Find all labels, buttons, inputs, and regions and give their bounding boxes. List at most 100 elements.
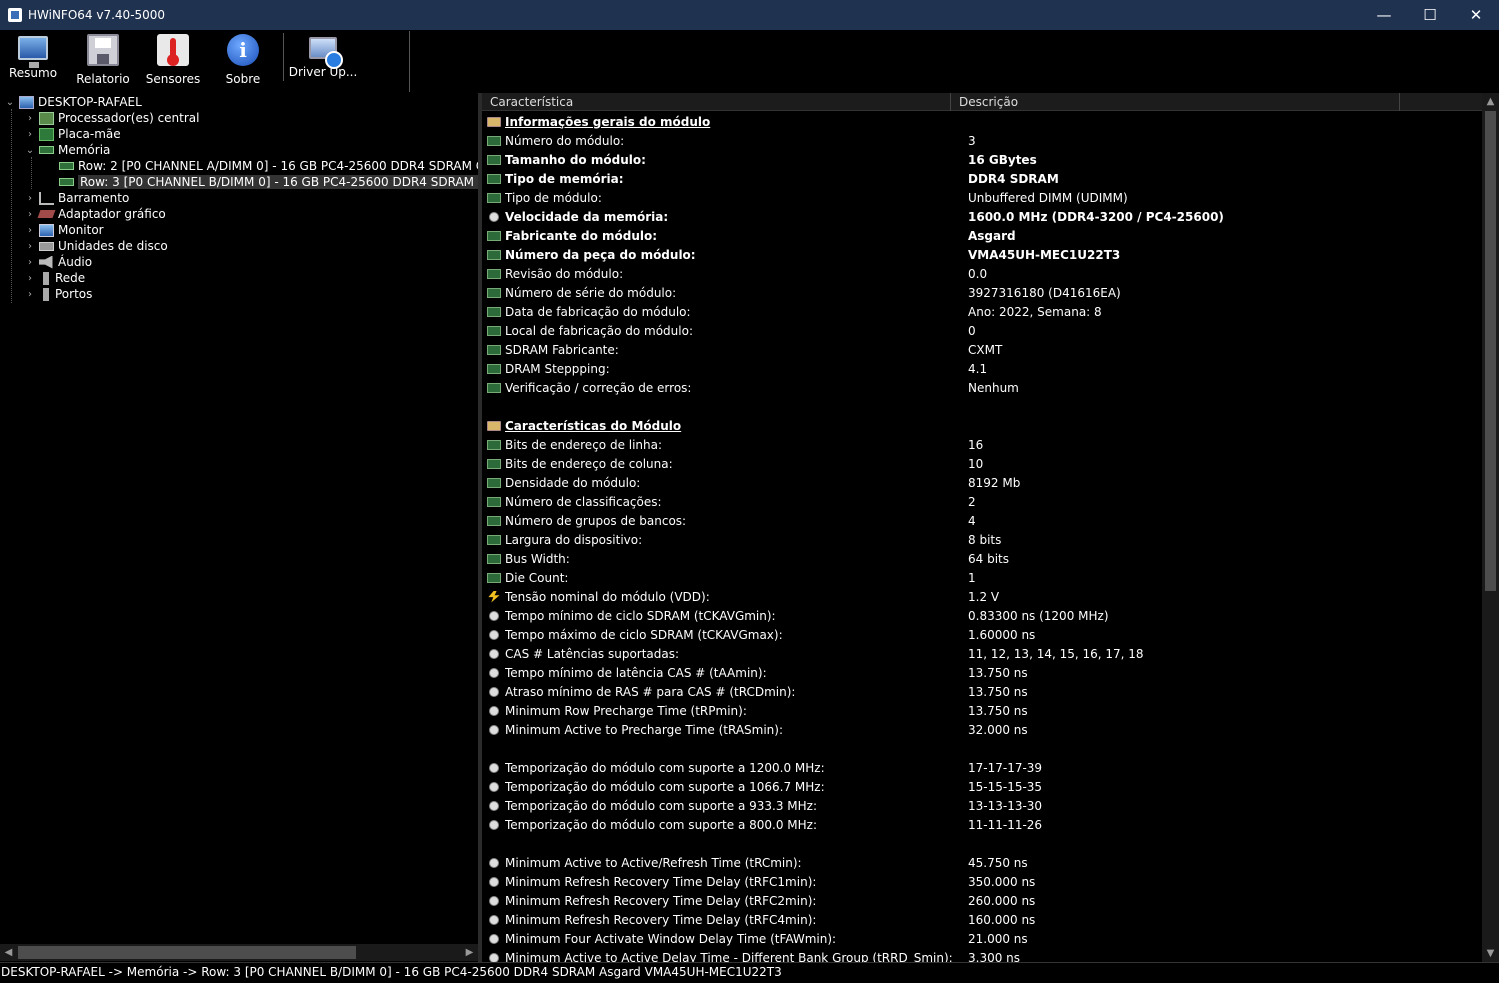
detail-label: Local de fabricação do módulo: [505, 323, 693, 338]
expand-toggle-icon[interactable]: › [24, 190, 36, 206]
scroll-left-arrow-icon[interactable]: ◀ [0, 944, 17, 961]
detail-row[interactable]: Tempo mínimo de latência CAS # (tAAmin):… [482, 663, 1482, 682]
sensors-button[interactable]: Sensores [146, 31, 200, 87]
detail-row[interactable]: SDRAM Fabricante: CXMT [482, 340, 1482, 359]
title-bar: HWiNFO64 v7.40-5000 — ☐ ✕ [0, 0, 1499, 30]
detail-row[interactable]: Temporização do módulo com suporte a 800… [482, 815, 1482, 834]
tree-item-motherboard[interactable]: › Placa-mãe [24, 126, 121, 142]
detail-row[interactable]: Minimum Four Activate Window Delay Time … [482, 929, 1482, 948]
expand-toggle-icon[interactable]: › [24, 238, 36, 254]
tree-item-root[interactable]: ⌄ DESKTOP-RAFAEL [4, 94, 142, 110]
detail-row[interactable]: Densidade do módulo: 8192 Mb [482, 473, 1482, 492]
tree-item-memory-row-2[interactable]: Row: 2 [P0 CHANNEL A/DIMM 0] - 16 GB PC4… [44, 158, 478, 174]
tree-item-gpu[interactable]: › Adaptador gráfico [24, 206, 166, 222]
detail-row[interactable]: Minimum Refresh Recovery Time Delay (tRF… [482, 872, 1482, 891]
tree-item-bus[interactable]: › Barramento [24, 190, 129, 206]
tree-item-label: Placa-mãe [58, 127, 121, 141]
detail-row[interactable]: Atraso mínimo de RAS # para CAS # (tRCDm… [482, 682, 1482, 701]
tree-item-memory-row-3[interactable]: Row: 3 [P0 CHANNEL B/DIMM 0] - 16 GB PC4… [44, 174, 478, 190]
detail-row[interactable]: Bus Width: 64 bits [482, 549, 1482, 568]
detail-row[interactable]: Die Count: 1 [482, 568, 1482, 587]
tree-horizontal-scrollbar[interactable]: ◀ ▶ [0, 944, 478, 961]
detail-row[interactable]: Temporização do módulo com suporte a 106… [482, 777, 1482, 796]
detail-label: Tamanho do módulo: [505, 152, 646, 167]
column-header-feature[interactable]: Característica [482, 93, 951, 111]
scroll-right-arrow-icon[interactable]: ▶ [461, 944, 478, 961]
clock-icon [489, 876, 499, 887]
tree-item-disks[interactable]: › Unidades de disco [24, 238, 168, 254]
detail-row[interactable]: Velocidade da memória: 1600.0 MHz (DDR4-3… [482, 207, 1482, 226]
expand-toggle-icon[interactable]: › [24, 110, 36, 126]
expand-toggle-icon[interactable]: › [24, 286, 36, 302]
detail-row[interactable]: Tamanho do módulo: 16 GBytes [482, 150, 1482, 169]
detail-label: SDRAM Fabricante: [505, 342, 619, 357]
tree-item-memory[interactable]: ⌄ Memória [24, 142, 111, 158]
expand-toggle-icon[interactable]: ⌄ [4, 94, 16, 110]
about-button[interactable]: i Sobre [225, 31, 261, 87]
detail-row[interactable]: Minimum Row Precharge Time (tRPmin): 13.7… [482, 701, 1482, 720]
scroll-down-arrow-icon[interactable]: ▼ [1482, 945, 1499, 962]
detail-value: 3 [968, 133, 976, 148]
tree-item-network[interactable]: › Rede [24, 270, 85, 286]
close-button[interactable]: ✕ [1453, 0, 1499, 30]
detail-row[interactable]: Verificação / correção de erros: Nenhum [482, 378, 1482, 397]
detail-row[interactable]: Número de classificações: 2 [482, 492, 1482, 511]
detail-row[interactable]: Número de série do módulo: 3927316180 (D4… [482, 283, 1482, 302]
detail-row[interactable]: Temporização do módulo com suporte a 933… [482, 796, 1482, 815]
detail-row[interactable]: Local de fabricação do módulo: 0 [482, 321, 1482, 340]
scrollbar-thumb[interactable] [1485, 111, 1496, 591]
detail-label: Características do Módulo [505, 418, 682, 433]
detail-row[interactable]: Fabricante do módulo: Asgard [482, 226, 1482, 245]
tree-item-cpu[interactable]: › Processador(es) central [24, 110, 200, 126]
detail-label: Temporização do módulo com suporte a 106… [505, 779, 825, 794]
detail-label: Minimum Refresh Recovery Time Delay (tRF… [505, 893, 817, 908]
expand-toggle-icon[interactable]: ⌄ [24, 142, 36, 158]
section-header-row[interactable]: Características do Módulo [482, 416, 1482, 435]
detail-row[interactable]: Número do módulo: 3 [482, 131, 1482, 150]
tree-item-label: Row: 2 [P0 CHANNEL A/DIMM 0] - 16 GB PC4… [78, 159, 478, 173]
detail-row[interactable]: Tipo de módulo: Unbuffered DIMM (UDIMM) [482, 188, 1482, 207]
detail-row[interactable]: Número de grupos de bancos: 4 [482, 511, 1482, 530]
detail-row[interactable]: Minimum Active to Active Delay Time - Di… [482, 948, 1482, 962]
tree-item-label: Barramento [58, 191, 130, 205]
expand-toggle-icon[interactable]: › [24, 126, 36, 142]
detail-row[interactable]: CAS # Latências suportadas: 11, 12, 13, 1… [482, 644, 1482, 663]
report-button[interactable]: Relatorio [76, 31, 130, 87]
expand-toggle-icon[interactable]: › [24, 222, 36, 238]
detail-row[interactable]: Bits de endereço de linha: 16 [482, 435, 1482, 454]
detail-row[interactable]: Tensão nominal do módulo (VDD): 1.2 V [482, 587, 1482, 606]
expand-toggle-icon[interactable]: › [24, 270, 36, 286]
scroll-up-arrow-icon[interactable]: ▲ [1482, 93, 1499, 110]
section-header-row[interactable]: Informações gerais do módulo [482, 112, 1482, 131]
tree-item-monitor[interactable]: › Monitor [24, 222, 104, 238]
detail-row[interactable]: Tipo de memória: DDR4 SDRAM [482, 169, 1482, 188]
detail-row[interactable]: Data de fabricação do módulo: Ano: 2022, … [482, 302, 1482, 321]
detail-row[interactable]: Minimum Refresh Recovery Time Delay (tRF… [482, 891, 1482, 910]
detail-row[interactable]: Número da peça do módulo: VMA45UH-MEC1U22… [482, 245, 1482, 264]
detail-row[interactable]: Tempo mínimo de ciclo SDRAM (tCKAVGmin):… [482, 606, 1482, 625]
expand-toggle-icon[interactable]: › [24, 254, 36, 270]
detail-row[interactable]: Minimum Active to Active/Refresh Time (t… [482, 853, 1482, 872]
summary-button[interactable]: Resumo [9, 31, 57, 87]
memory-chip-icon [487, 477, 501, 488]
tree-item-audio[interactable]: › Áudio [24, 254, 92, 270]
detail-row[interactable]: Bits de endereço de coluna: 10 [482, 454, 1482, 473]
memory-chip-icon [487, 287, 501, 298]
memory-chip-icon [487, 192, 501, 203]
detail-row[interactable]: Minimum Refresh Recovery Time Delay (tRF… [482, 910, 1482, 929]
detail-row[interactable]: Revisão do módulo: 0.0 [482, 264, 1482, 283]
detail-row[interactable]: Minimum Active to Precharge Time (tRASmi… [482, 720, 1482, 739]
detail-row[interactable]: Tempo máximo de ciclo SDRAM (tCKAVGmax):… [482, 625, 1482, 644]
expand-toggle-icon[interactable]: › [24, 206, 36, 222]
detail-vertical-scrollbar[interactable]: ▲ ▼ [1482, 93, 1499, 962]
detail-row[interactable]: Temporização do módulo com suporte a 120… [482, 758, 1482, 777]
tree-item-ports[interactable]: › Portos [24, 286, 92, 302]
memory-chip-icon [487, 325, 501, 336]
maximize-button[interactable]: ☐ [1407, 0, 1453, 30]
detail-row[interactable]: DRAM Steppping: 4.1 [482, 359, 1482, 378]
minimize-button[interactable]: — [1361, 0, 1407, 30]
column-header-description[interactable]: Descrição [951, 93, 1400, 111]
scrollbar-thumb[interactable] [18, 946, 356, 959]
driver-update-button[interactable]: Driver Up... [289, 31, 357, 87]
detail-row[interactable]: Largura do dispositivo: 8 bits [482, 530, 1482, 549]
